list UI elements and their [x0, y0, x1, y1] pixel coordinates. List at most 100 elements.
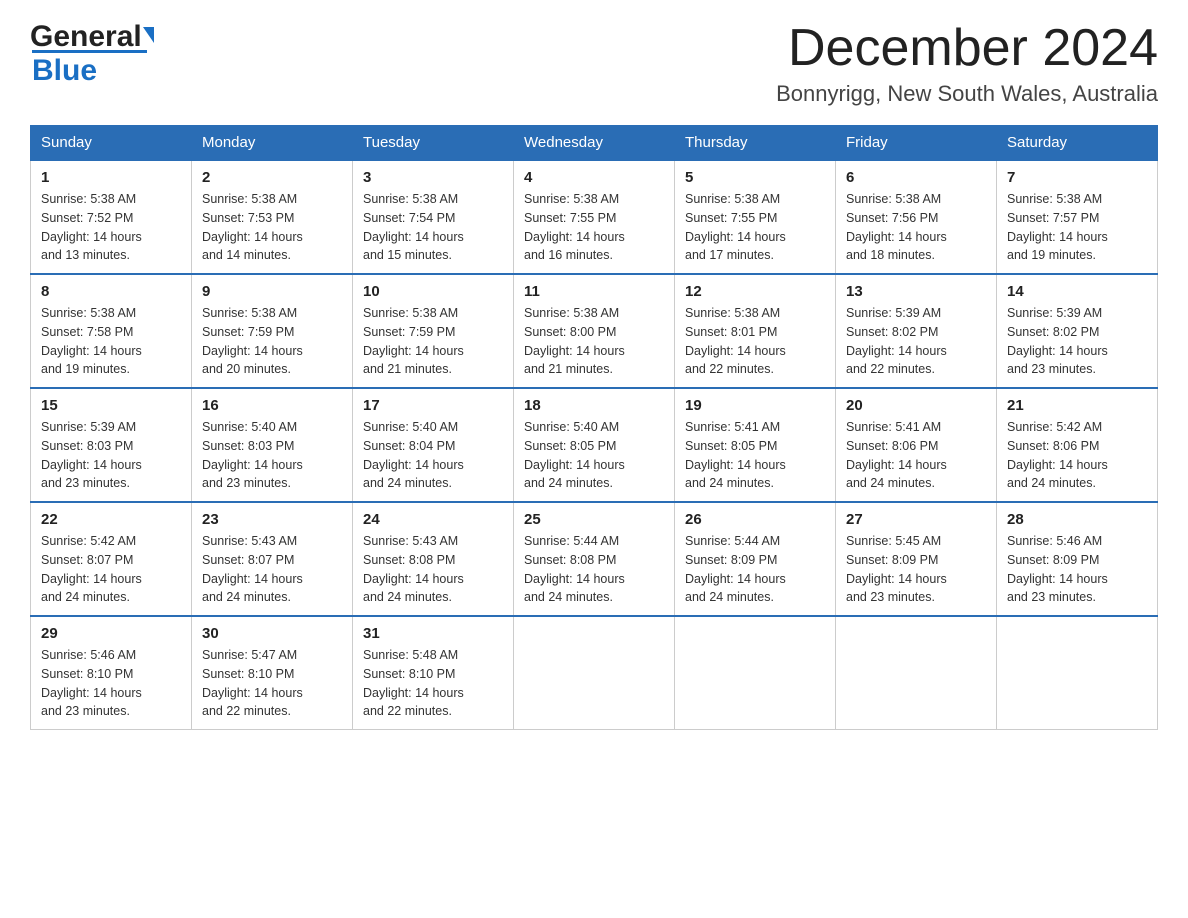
day-number: 5 — [685, 169, 825, 186]
calendar-cell: 9 Sunrise: 5:38 AMSunset: 7:59 PMDaylight… — [192, 274, 353, 388]
day-number: 20 — [846, 397, 986, 414]
calendar-cell — [997, 616, 1158, 730]
calendar-cell: 18Sunrise: 5:40 AMSunset: 8:05 PMDayligh… — [514, 388, 675, 502]
calendar-cell: 17 Sunrise: 5:40 AMSunset: 8:04 PMDayligh… — [353, 388, 514, 502]
day-number: 22 — [41, 511, 181, 528]
logo: General Blue — [30, 20, 154, 88]
day-info: Sunrise: 5:46 AMSunset: 8:10 PMDaylight:… — [41, 646, 181, 721]
calendar-cell: 19Sunrise: 5:41 AMSunset: 8:05 PMDayligh… — [675, 388, 836, 502]
calendar-cell: 26Sunrise: 5:44 AMSunset: 8:09 PMDayligh… — [675, 502, 836, 616]
calendar-cell: 3 Sunrise: 5:38 AMSunset: 7:54 PMDaylight… — [353, 160, 514, 274]
calendar-cell — [675, 616, 836, 730]
day-info: Sunrise: 5:40 AMSunset: 8:04 PMDaylight:… — [363, 418, 503, 493]
day-info: Sunrise: 5:40 AMSunset: 8:03 PMDaylight:… — [202, 418, 342, 493]
calendar-cell: 1 Sunrise: 5:38 AMSunset: 7:52 PMDaylight… — [31, 160, 192, 274]
day-info: Sunrise: 5:39 AMSunset: 8:02 PMDaylight:… — [846, 304, 986, 379]
day-info: Sunrise: 5:42 AMSunset: 8:06 PMDaylight:… — [1007, 418, 1147, 493]
day-info: Sunrise: 5:38 AMSunset: 7:54 PMDaylight:… — [363, 190, 503, 265]
header-wednesday: Wednesday — [514, 126, 675, 161]
header-tuesday: Tuesday — [353, 126, 514, 161]
day-info: Sunrise: 5:47 AMSunset: 8:10 PMDaylight:… — [202, 646, 342, 721]
day-info: Sunrise: 5:38 AMSunset: 8:01 PMDaylight:… — [685, 304, 825, 379]
calendar-cell: 30 Sunrise: 5:47 AMSunset: 8:10 PMDayligh… — [192, 616, 353, 730]
day-info: Sunrise: 5:38 AMSunset: 7:59 PMDaylight:… — [202, 304, 342, 379]
calendar-cell: 15 Sunrise: 5:39 AMSunset: 8:03 PMDayligh… — [31, 388, 192, 502]
day-number: 28 — [1007, 511, 1147, 528]
day-number: 29 — [41, 625, 181, 642]
calendar-title: December 2024 — [776, 20, 1158, 77]
calendar-cell: 10 Sunrise: 5:38 AMSunset: 7:59 PMDayligh… — [353, 274, 514, 388]
day-number: 23 — [202, 511, 342, 528]
week-row-5: 29 Sunrise: 5:46 AMSunset: 8:10 PMDayligh… — [31, 616, 1158, 730]
day-info: Sunrise: 5:38 AMSunset: 7:53 PMDaylight:… — [202, 190, 342, 265]
day-number: 25 — [524, 511, 664, 528]
calendar-cell: 5Sunrise: 5:38 AMSunset: 7:55 PMDaylight… — [675, 160, 836, 274]
day-info: Sunrise: 5:43 AMSunset: 8:08 PMDaylight:… — [363, 532, 503, 607]
day-info: Sunrise: 5:38 AMSunset: 7:56 PMDaylight:… — [846, 190, 986, 265]
day-number: 21 — [1007, 397, 1147, 414]
week-row-4: 22 Sunrise: 5:42 AMSunset: 8:07 PMDayligh… — [31, 502, 1158, 616]
calendar-cell: 13Sunrise: 5:39 AMSunset: 8:02 PMDayligh… — [836, 274, 997, 388]
calendar-cell: 29 Sunrise: 5:46 AMSunset: 8:10 PMDayligh… — [31, 616, 192, 730]
calendar-cell: 6 Sunrise: 5:38 AMSunset: 7:56 PMDaylight… — [836, 160, 997, 274]
day-info: Sunrise: 5:44 AMSunset: 8:08 PMDaylight:… — [524, 532, 664, 607]
calendar-cell: 22 Sunrise: 5:42 AMSunset: 8:07 PMDayligh… — [31, 502, 192, 616]
week-row-2: 8 Sunrise: 5:38 AMSunset: 7:58 PMDaylight… — [31, 274, 1158, 388]
calendar-cell: 11 Sunrise: 5:38 AMSunset: 8:00 PMDayligh… — [514, 274, 675, 388]
day-number: 2 — [202, 169, 342, 186]
calendar-header-row: SundayMondayTuesdayWednesdayThursdayFrid… — [31, 126, 1158, 161]
day-number: 1 — [41, 169, 181, 186]
day-number: 26 — [685, 511, 825, 528]
day-number: 12 — [685, 283, 825, 300]
day-number: 8 — [41, 283, 181, 300]
day-number: 4 — [524, 169, 664, 186]
day-number: 16 — [202, 397, 342, 414]
day-info: Sunrise: 5:38 AMSunset: 8:00 PMDaylight:… — [524, 304, 664, 379]
logo-triangle — [143, 27, 154, 43]
day-info: Sunrise: 5:45 AMSunset: 8:09 PMDaylight:… — [846, 532, 986, 607]
calendar-cell: 28 Sunrise: 5:46 AMSunset: 8:09 PMDayligh… — [997, 502, 1158, 616]
calendar-cell: 27 Sunrise: 5:45 AMSunset: 8:09 PMDayligh… — [836, 502, 997, 616]
week-row-1: 1 Sunrise: 5:38 AMSunset: 7:52 PMDaylight… — [31, 160, 1158, 274]
day-info: Sunrise: 5:39 AMSunset: 8:03 PMDaylight:… — [41, 418, 181, 493]
calendar-cell: 20 Sunrise: 5:41 AMSunset: 8:06 PMDayligh… — [836, 388, 997, 502]
day-info: Sunrise: 5:38 AMSunset: 7:52 PMDaylight:… — [41, 190, 181, 265]
day-number: 27 — [846, 511, 986, 528]
calendar-table: SundayMondayTuesdayWednesdayThursdayFrid… — [30, 125, 1158, 730]
day-info: Sunrise: 5:39 AMSunset: 8:02 PMDaylight:… — [1007, 304, 1147, 379]
calendar-cell: 31Sunrise: 5:48 AMSunset: 8:10 PMDayligh… — [353, 616, 514, 730]
day-number: 10 — [363, 283, 503, 300]
header-saturday: Saturday — [997, 126, 1158, 161]
day-number: 9 — [202, 283, 342, 300]
day-info: Sunrise: 5:42 AMSunset: 8:07 PMDaylight:… — [41, 532, 181, 607]
header-monday: Monday — [192, 126, 353, 161]
day-info: Sunrise: 5:38 AMSunset: 7:59 PMDaylight:… — [363, 304, 503, 379]
day-number: 15 — [41, 397, 181, 414]
title-area: December 2024 Bonnyrigg, New South Wales… — [776, 20, 1158, 107]
day-number: 30 — [202, 625, 342, 642]
page-header: General Blue December 2024 Bonnyrigg, Ne… — [30, 20, 1158, 107]
day-number: 3 — [363, 169, 503, 186]
calendar-cell: 8 Sunrise: 5:38 AMSunset: 7:58 PMDaylight… — [31, 274, 192, 388]
day-number: 6 — [846, 169, 986, 186]
logo-name-black: General — [30, 20, 142, 54]
calendar-cell: 25 Sunrise: 5:44 AMSunset: 8:08 PMDayligh… — [514, 502, 675, 616]
day-number: 17 — [363, 397, 503, 414]
day-number: 14 — [1007, 283, 1147, 300]
day-info: Sunrise: 5:41 AMSunset: 8:06 PMDaylight:… — [846, 418, 986, 493]
calendar-cell — [514, 616, 675, 730]
header-thursday: Thursday — [675, 126, 836, 161]
week-row-3: 15 Sunrise: 5:39 AMSunset: 8:03 PMDayligh… — [31, 388, 1158, 502]
day-number: 11 — [524, 283, 664, 300]
day-number: 19 — [685, 397, 825, 414]
day-info: Sunrise: 5:46 AMSunset: 8:09 PMDaylight:… — [1007, 532, 1147, 607]
calendar-cell: 14 Sunrise: 5:39 AMSunset: 8:02 PMDayligh… — [997, 274, 1158, 388]
day-info: Sunrise: 5:38 AMSunset: 7:55 PMDaylight:… — [524, 190, 664, 265]
calendar-cell: 21 Sunrise: 5:42 AMSunset: 8:06 PMDayligh… — [997, 388, 1158, 502]
logo-name-blue: Blue — [32, 54, 97, 87]
day-info: Sunrise: 5:38 AMSunset: 7:58 PMDaylight:… — [41, 304, 181, 379]
day-number: 18 — [524, 397, 664, 414]
day-info: Sunrise: 5:48 AMSunset: 8:10 PMDaylight:… — [363, 646, 503, 721]
calendar-subtitle: Bonnyrigg, New South Wales, Australia — [776, 81, 1158, 107]
calendar-cell — [836, 616, 997, 730]
